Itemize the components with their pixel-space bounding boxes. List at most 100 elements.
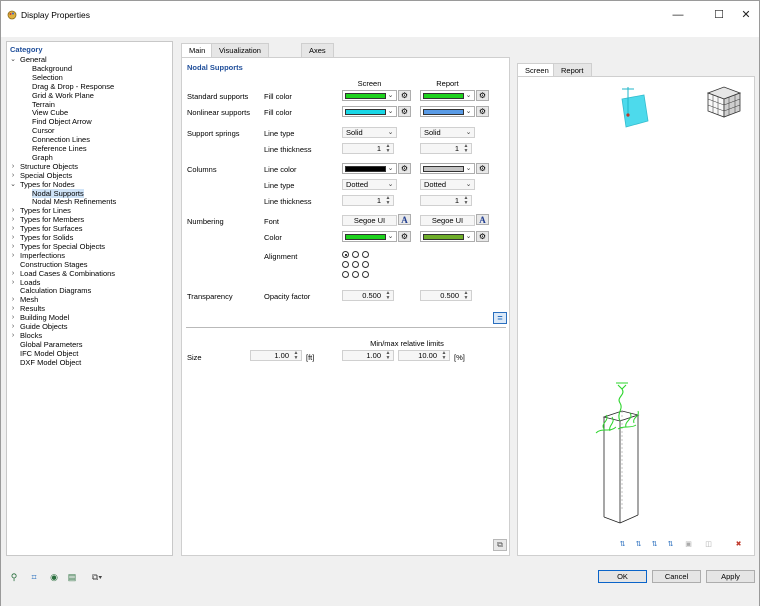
tree-item[interactable]: › Imperfections bbox=[12, 251, 65, 260]
tree-item[interactable]: › Loads bbox=[12, 278, 41, 287]
spin-arrows-icon[interactable]: ▲ ▼ bbox=[384, 196, 392, 206]
chevron-right-icon[interactable]: › bbox=[9, 295, 17, 304]
copy-settings-icon[interactable]: ⧉ bbox=[493, 539, 507, 551]
tree-item[interactable]: View Cube bbox=[32, 108, 68, 117]
tree-item[interactable]: › Special Objects bbox=[12, 171, 72, 180]
load-icon[interactable]: ▤ bbox=[65, 571, 79, 583]
column-thickness-screen[interactable]: 1 ▲ ▼ bbox=[342, 195, 394, 206]
column-line-type-report[interactable]: Dotted ⌄ bbox=[420, 179, 475, 190]
tree-item[interactable]: Nodal Supports bbox=[32, 188, 84, 198]
tree-item[interactable]: Cursor bbox=[32, 126, 55, 135]
alignment-radio[interactable] bbox=[352, 261, 359, 268]
spin-arrows-icon[interactable]: ▲ ▼ bbox=[384, 351, 392, 361]
minimize-button[interactable]: — bbox=[663, 7, 693, 23]
view-x-icon[interactable]: ⇅ bbox=[616, 539, 629, 551]
standard-fill-screen-picker[interactable]: ⌄ bbox=[342, 90, 397, 101]
spin-arrows-icon[interactable]: ▲ ▼ bbox=[462, 291, 470, 301]
chevron-right-icon[interactable]: › bbox=[9, 171, 17, 180]
tree-item[interactable]: › Building Model bbox=[12, 313, 69, 322]
spin-arrows-icon[interactable]: ▲ ▼ bbox=[440, 351, 448, 361]
tree-item[interactable]: Selection bbox=[32, 73, 63, 82]
palette-icon[interactable]: ⚙ bbox=[476, 231, 489, 242]
equalize-icon[interactable]: = bbox=[493, 312, 507, 324]
display-mode-icon[interactable]: ◫ bbox=[702, 539, 715, 551]
view-y-icon[interactable]: ⇅ bbox=[632, 539, 645, 551]
tree-item[interactable]: Graph bbox=[32, 153, 53, 162]
font-style-icon[interactable]: A bbox=[398, 214, 411, 225]
tree-item[interactable]: Nodal Mesh Refinements bbox=[32, 197, 116, 206]
alignment-radio[interactable] bbox=[362, 271, 369, 278]
alignment-radio[interactable] bbox=[352, 251, 359, 258]
column-thickness-report[interactable]: 1 ▲ ▼ bbox=[420, 195, 472, 206]
settings-menu-icon[interactable]: ⧉▾ bbox=[87, 571, 107, 583]
chevron-right-icon[interactable]: › bbox=[9, 304, 17, 313]
numbering-color-report-picker[interactable]: ⌄ bbox=[420, 231, 475, 242]
column-line-color-screen-picker[interactable]: ⌄ bbox=[342, 163, 397, 174]
chevron-right-icon[interactable]: › bbox=[9, 331, 17, 340]
alignment-radio[interactable] bbox=[342, 261, 349, 268]
view-cube-icon[interactable] bbox=[702, 83, 744, 121]
alignment-radio[interactable] bbox=[342, 271, 349, 278]
spin-arrows-icon[interactable]: ▲ ▼ bbox=[462, 144, 470, 154]
column-line-color-report-picker[interactable]: ⌄ bbox=[420, 163, 475, 174]
render-mode-icon[interactable]: ▣ bbox=[682, 539, 695, 551]
chevron-right-icon[interactable]: › bbox=[9, 215, 17, 224]
apply-button[interactable]: Apply bbox=[706, 570, 755, 583]
tree-item[interactable]: › Types for Solids bbox=[12, 233, 74, 242]
close-button[interactable]: ✕ bbox=[731, 7, 760, 23]
chevron-right-icon[interactable]: › bbox=[9, 251, 17, 260]
tree-item[interactable]: ⌄ General bbox=[10, 55, 47, 64]
tree-item[interactable]: Terrain bbox=[32, 100, 55, 109]
tree-item[interactable]: Drag & Drop - Response bbox=[32, 82, 114, 91]
limit-max-input[interactable]: 10.00 ▲ ▼ bbox=[398, 350, 450, 361]
tree-item[interactable]: ⌄ Types for Nodes bbox=[10, 180, 75, 189]
tab-main[interactable]: Main bbox=[181, 43, 214, 57]
spin-arrows-icon[interactable]: ▲ ▼ bbox=[384, 291, 392, 301]
nonlinear-fill-screen-picker[interactable]: ⌄ bbox=[342, 106, 397, 117]
tree-item[interactable]: › Guide Objects bbox=[12, 322, 68, 331]
spring-line-type-report[interactable]: Solid ⌄ bbox=[420, 127, 475, 138]
chevron-right-icon[interactable]: › bbox=[9, 269, 17, 278]
maximize-button[interactable]: ☐ bbox=[704, 7, 734, 23]
chevron-right-icon[interactable]: › bbox=[9, 206, 17, 215]
palette-icon[interactable]: ⚙ bbox=[398, 163, 411, 174]
standard-fill-report-picker[interactable]: ⌄ bbox=[420, 90, 475, 101]
chevron-right-icon[interactable]: › bbox=[9, 233, 17, 242]
tree-item[interactable]: Connection Lines bbox=[32, 135, 90, 144]
nonlinear-fill-report-picker[interactable]: ⌄ bbox=[420, 106, 475, 117]
eye-icon[interactable]: ◉ bbox=[47, 571, 61, 583]
palette-icon[interactable]: ⚙ bbox=[476, 163, 489, 174]
chevron-down-icon[interactable]: ⌄ bbox=[9, 55, 17, 64]
palette-icon[interactable]: ⚙ bbox=[476, 90, 489, 101]
tree-item[interactable]: › Structure Objects bbox=[12, 162, 78, 171]
ok-button[interactable]: OK bbox=[598, 570, 647, 583]
view-z-icon[interactable]: ⇅ bbox=[648, 539, 661, 551]
limit-min-input[interactable]: 1.00 ▲ ▼ bbox=[342, 350, 394, 361]
font-screen-button[interactable]: Segoe UI bbox=[342, 215, 397, 226]
tree-item[interactable]: › Mesh bbox=[12, 295, 39, 304]
tree-item[interactable]: › Blocks bbox=[12, 331, 42, 340]
chevron-right-icon[interactable]: › bbox=[9, 322, 17, 331]
tree-item[interactable]: › Types for Surfaces bbox=[12, 224, 83, 233]
tree-item[interactable]: › Types for Special Objects bbox=[12, 242, 105, 251]
chevron-right-icon[interactable]: › bbox=[9, 242, 17, 251]
palette-icon[interactable]: ⚙ bbox=[398, 231, 411, 242]
opacity-report[interactable]: 0.500 ▲ ▼ bbox=[420, 290, 472, 301]
palette-icon[interactable]: ⚙ bbox=[398, 90, 411, 101]
tree-item[interactable]: Calculation Diagrams bbox=[20, 286, 91, 295]
palette-icon[interactable]: ⚙ bbox=[398, 106, 411, 117]
preview-tab-screen[interactable]: Screen bbox=[517, 63, 557, 76]
reset-view-icon[interactable]: ✖ bbox=[732, 539, 745, 551]
alignment-radio[interactable] bbox=[362, 261, 369, 268]
alignment-radio[interactable] bbox=[362, 251, 369, 258]
font-style-icon[interactable]: A bbox=[476, 214, 489, 225]
spin-arrows-icon[interactable]: ▲ ▼ bbox=[462, 196, 470, 206]
chevron-right-icon[interactable]: › bbox=[9, 313, 17, 322]
tree-item[interactable]: Grid & Work Plane bbox=[32, 91, 94, 100]
tab-axes[interactable]: Axes bbox=[301, 43, 334, 57]
alignment-radio[interactable] bbox=[342, 251, 349, 258]
tree-item[interactable]: › Load Cases & Combinations bbox=[12, 269, 115, 278]
spring-thickness-report[interactable]: 1 ▲ ▼ bbox=[420, 143, 472, 154]
chevron-right-icon[interactable]: › bbox=[9, 224, 17, 233]
preview-tab-report[interactable]: Report bbox=[553, 63, 592, 76]
